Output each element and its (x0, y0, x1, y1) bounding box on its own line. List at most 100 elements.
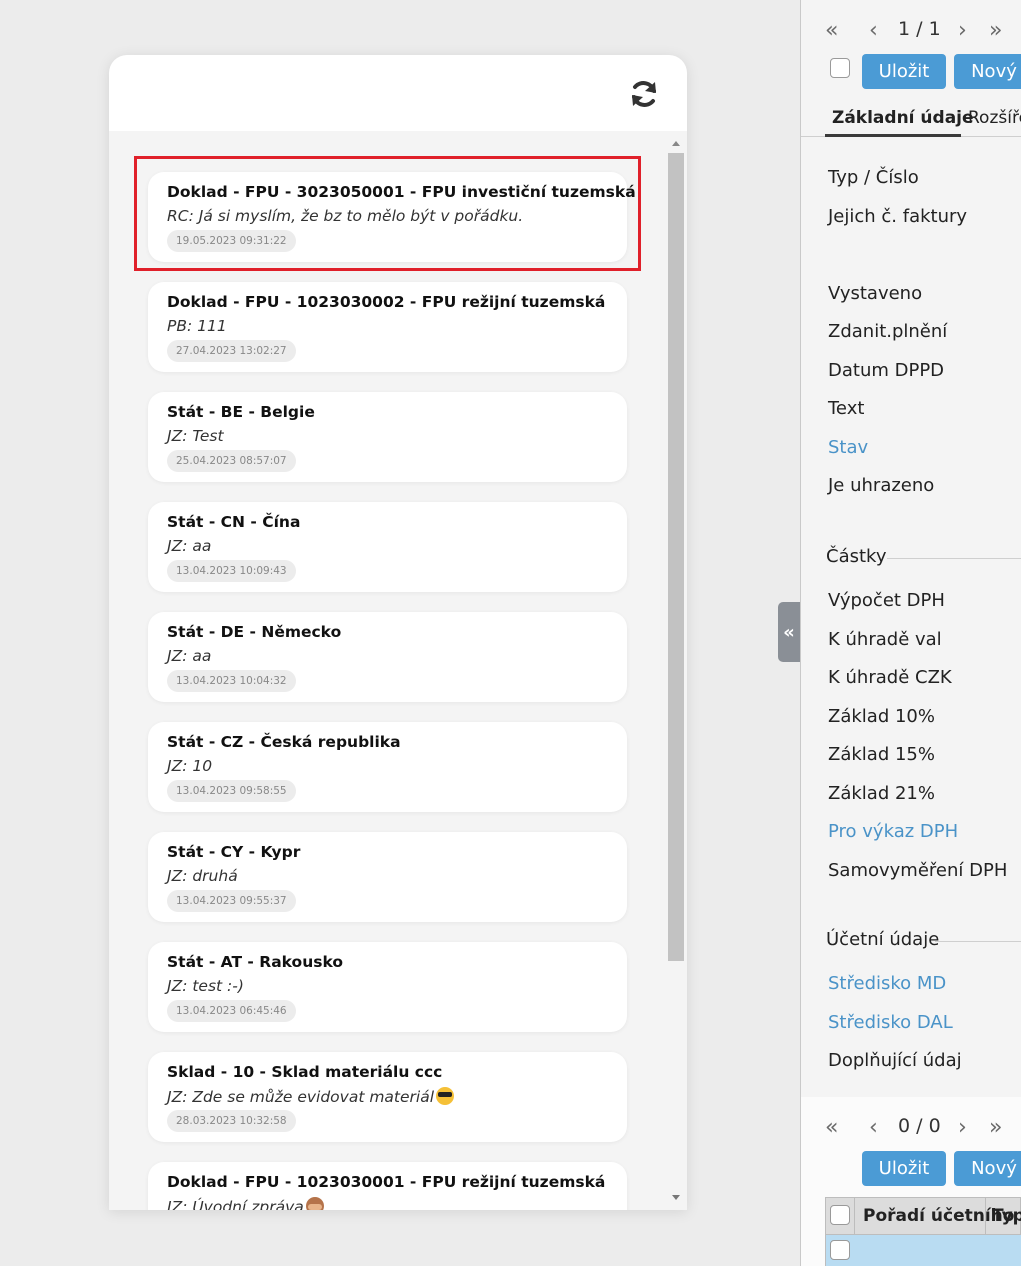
field-label: K úhradě CZK (828, 667, 952, 688)
notification-timestamp: 13.04.2023 09:58:55 (167, 780, 296, 802)
field-label: K úhradě val (828, 629, 942, 650)
next-record-icon[interactable]: › (958, 1117, 967, 1139)
field-label: Základ 10% (828, 706, 935, 727)
notification-message: JZ: aa (167, 647, 212, 665)
notification-timestamp: 19.05.2023 09:31:22 (167, 230, 296, 252)
active-tab-indicator (825, 134, 961, 137)
notification-card[interactable]: Stát - AT - Rakousko JZ: test :-) 13.04.… (148, 942, 627, 1032)
select-all-checkbox[interactable] (830, 1205, 850, 1225)
notification-message: JZ: 10 (167, 757, 213, 775)
field-label: Je uhrazeno (828, 475, 935, 496)
field-label: Výpočet DPH (828, 590, 945, 611)
notification-title: Stát - CN - Čína (167, 513, 301, 531)
section-divider (935, 941, 1021, 942)
notification-timestamp: 13.04.2023 06:45:46 (167, 1000, 296, 1022)
column-divider (854, 1198, 855, 1234)
double-chevron-left-icon: « (783, 621, 795, 643)
field-label: Zdanit.plnění (828, 321, 948, 342)
monkey-emoji-icon (305, 1197, 324, 1210)
notification-title: Doklad - FPU - 1023030002 - FPU režijní … (167, 293, 606, 311)
table-row[interactable] (825, 1235, 1021, 1266)
tab-basic-info[interactable]: Základní údaje (832, 108, 974, 128)
refresh-button[interactable] (625, 75, 663, 113)
notification-list[interactable]: Doklad - FPU - 3023050001 - FPU investič… (109, 131, 687, 1210)
row-checkbox[interactable] (830, 1240, 850, 1260)
new-button[interactable]: Nový (954, 1151, 1021, 1186)
column-header-type[interactable]: Typ (992, 1206, 1021, 1226)
notification-card[interactable]: Stát - CN - Čína JZ: aa 13.04.2023 10:09… (148, 502, 627, 592)
field-label: Doplňující údaj (828, 1050, 962, 1071)
notification-card[interactable]: Stát - BE - Belgie JZ: Test 25.04.2023 0… (148, 392, 627, 482)
notification-message: RC: Já si myslím, že bz to mělo být v po… (167, 207, 524, 225)
field-link-status[interactable]: Stav (828, 437, 868, 458)
notification-message: JZ: druhá (167, 867, 238, 885)
notification-card[interactable]: Stát - CZ - Česká republika JZ: 10 13.04… (148, 722, 627, 812)
scroll-down-arrow-icon[interactable] (672, 1195, 680, 1200)
scrollbar-thumb[interactable] (668, 153, 684, 961)
next-record-icon[interactable]: › (958, 20, 967, 42)
first-record-icon[interactable]: « (825, 1117, 838, 1139)
field-label: Základ 21% (828, 783, 935, 804)
field-link-vat-report[interactable]: Pro výkaz DPH (828, 821, 958, 842)
notification-card[interactable]: Doklad - FPU - 1023030002 - FPU režijní … (148, 282, 627, 372)
tab-extended[interactable]: Rozšíře (968, 108, 1021, 128)
notification-message: JZ: test :-) (167, 977, 244, 995)
field-label: Samovyměření DPH (828, 860, 1008, 881)
subgrid-navigator: « ‹ 0 / 0 › » (801, 1113, 1021, 1143)
save-button[interactable]: Uložit (862, 1151, 946, 1186)
record-count: 0 / 0 (898, 1115, 941, 1137)
notification-message: JZ: Test (167, 427, 224, 445)
notification-message: PB: 111 (167, 317, 227, 335)
notification-timestamp: 27.04.2023 13:02:27 (167, 340, 296, 362)
last-record-icon[interactable]: » (989, 1117, 1002, 1139)
field-label: Typ / Číslo (828, 167, 919, 188)
record-count: 1 / 1 (898, 18, 941, 40)
notification-message-text: JZ: Zde se může evidovat materiál (167, 1088, 435, 1106)
notification-message: JZ: Úvodní zpráva (167, 1197, 324, 1210)
notification-title: Stát - CZ - Česká republika (167, 733, 401, 751)
select-checkbox[interactable] (830, 58, 850, 78)
previous-record-icon[interactable]: ‹ (869, 20, 878, 42)
field-label: Jejich č. faktury (828, 206, 968, 227)
detail-form: « ‹ 1 / 1 › » Uložit Nový Základní údaje… (801, 0, 1021, 1266)
section-divider (887, 558, 1021, 559)
notification-card[interactable]: Doklad - FPU - 1023030001 - FPU režijní … (148, 1162, 627, 1210)
collapse-panel-button[interactable]: « (778, 602, 800, 662)
notification-title: Doklad - FPU - 1023030001 - FPU režijní … (167, 1173, 606, 1191)
notification-card[interactable]: Stát - CY - Kypr JZ: druhá 13.04.2023 09… (148, 832, 627, 922)
notification-message-text: JZ: Úvodní zpráva (167, 1198, 304, 1210)
grid-header: Pořadí účetního Typ (825, 1197, 1021, 1235)
field-label: Text (828, 398, 865, 419)
notification-timestamp: 13.04.2023 09:55:37 (167, 890, 296, 912)
new-button[interactable]: Nový (954, 54, 1021, 89)
sunglasses-emoji-icon (436, 1087, 455, 1105)
notification-title: Sklad - 10 - Sklad materiálu ccc (167, 1063, 443, 1081)
save-button[interactable]: Uložit (862, 54, 946, 89)
field-label: Datum DPPD (828, 360, 945, 381)
notification-card[interactable]: Sklad - 10 - Sklad materiálu ccc JZ: Zde… (148, 1052, 627, 1142)
notification-timestamp: 13.04.2023 10:09:43 (167, 560, 296, 582)
notification-card[interactable]: Stát - DE - Německo JZ: aa 13.04.2023 10… (148, 612, 627, 702)
notification-title: Doklad - FPU - 3023050001 - FPU investič… (167, 183, 636, 201)
notification-message: JZ: Zde se může evidovat materiál (167, 1087, 455, 1106)
notification-timestamp: 25.04.2023 08:57:07 (167, 450, 296, 472)
first-record-icon[interactable]: « (825, 20, 838, 42)
last-record-icon[interactable]: » (989, 20, 1002, 42)
refresh-icon (632, 81, 656, 107)
field-link-center-dal[interactable]: Středisko DAL (828, 1012, 953, 1033)
notification-title: Stát - DE - Německo (167, 623, 342, 641)
notifications-panel: Doklad - FPU - 3023050001 - FPU investič… (109, 55, 687, 1210)
scroll-up-arrow-icon[interactable] (672, 141, 680, 146)
notification-message: JZ: aa (167, 537, 212, 555)
notification-card[interactable]: Doklad - FPU - 3023050001 - FPU investič… (148, 172, 636, 262)
notification-title: Stát - BE - Belgie (167, 403, 315, 421)
field-label: Základ 15% (828, 744, 935, 765)
section-title-amounts: Částky (826, 546, 887, 567)
panel-header (109, 55, 687, 131)
field-link-center-md[interactable]: Středisko MD (828, 973, 946, 994)
notification-timestamp: 28.03.2023 10:32:58 (167, 1110, 296, 1132)
column-divider (985, 1198, 986, 1234)
notification-timestamp: 13.04.2023 10:04:32 (167, 670, 296, 692)
previous-record-icon[interactable]: ‹ (869, 1117, 878, 1139)
section-title-accounting: Účetní údaje (826, 929, 940, 950)
